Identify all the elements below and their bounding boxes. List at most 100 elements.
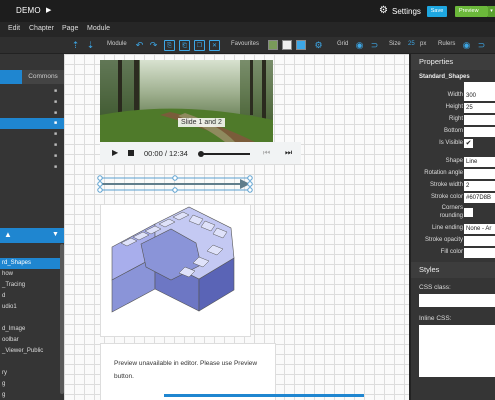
styles-header[interactable]: Styles — [411, 262, 495, 278]
grid-visibility-icon[interactable]: ◉ — [354, 40, 365, 51]
height-field[interactable]: 25 — [464, 103, 495, 113]
stroke-color-label: Stroke color — [430, 194, 463, 200]
redo-icon[interactable]: ↷ — [148, 40, 159, 51]
page-row[interactable]: ■ — [0, 162, 64, 173]
move-down-icon[interactable]: ⇣ — [85, 40, 96, 51]
favourite-shape-icon[interactable] — [282, 40, 292, 50]
module-row[interactable]: d_Image — [0, 324, 64, 335]
modules-menu-icon[interactable]: ▼ — [52, 231, 59, 238]
right-field[interactable] — [464, 115, 495, 125]
play-icon[interactable]: ▶ — [112, 148, 118, 157]
title-bar: DEMO ▶ ⚙ Settings Save Preview ▾ — [0, 0, 495, 22]
rotation-label: Rotation angle — [424, 170, 463, 176]
forest-path-image — [100, 60, 273, 142]
toolbar: ⇡ ⇣ Module ↶ ↷ ⎘ ⎗ ❐ ✕ Favourites ⚙ Grid… — [0, 37, 495, 54]
shape-select[interactable]: Line — [464, 157, 495, 167]
favourites-settings-icon[interactable]: ⚙ — [313, 40, 324, 51]
duplicate-icon[interactable]: ❐ — [194, 40, 205, 51]
page-row-selected[interactable]: ■ — [0, 118, 64, 129]
width-label: Width — [447, 92, 463, 98]
inline-css-textarea[interactable] — [419, 325, 495, 377]
width-field[interactable]: 300 — [464, 91, 495, 101]
canvas-horizontal-scrollbar[interactable] — [164, 394, 364, 397]
page-row[interactable]: ■ — [0, 151, 64, 162]
copy-icon[interactable]: ⎘ — [164, 40, 175, 51]
corners-label: Corners — [441, 205, 463, 211]
module-row-selected[interactable]: rd_Shapes — [0, 258, 64, 269]
size-label: Size — [389, 41, 401, 47]
modules-header[interactable]: ▲ ▼ — [0, 228, 64, 243]
fill-color-field[interactable] — [464, 248, 495, 258]
is-visible-checkbox[interactable]: ✔ — [464, 139, 473, 148]
project-menu-arrow-icon[interactable]: ▶ — [46, 6, 51, 14]
stop-icon[interactable] — [128, 150, 134, 156]
stroke-color-field[interactable]: #607D8B — [464, 193, 495, 203]
module-row[interactable]: g — [0, 390, 64, 400]
delete-icon[interactable]: ✕ — [209, 40, 220, 51]
page-row[interactable]: ■ — [0, 140, 64, 151]
stroke-opacity-field[interactable] — [464, 236, 495, 246]
favourite-image-icon[interactable] — [268, 40, 278, 50]
page-row[interactable]: ■ — [0, 97, 64, 108]
module-row[interactable]: ry — [0, 368, 64, 379]
move-up-icon[interactable]: ⇡ — [70, 40, 81, 51]
properties-header[interactable]: Properties — [411, 54, 495, 70]
rounding-label: rounding — [439, 213, 463, 219]
css-class-input[interactable] — [419, 294, 495, 307]
page-row[interactable]: ■ — [0, 129, 64, 140]
corners-rounding-checkbox[interactable] — [464, 208, 473, 217]
audio-progress-track[interactable] — [200, 153, 250, 155]
grid-size-input[interactable]: 25 — [408, 41, 415, 47]
menu-chapter[interactable]: Chapter — [29, 25, 54, 32]
image-module[interactable] — [100, 204, 251, 337]
menu-bar: Edit Chapter Page Module — [0, 22, 495, 37]
rulers-snap-icon[interactable]: ⊃ — [476, 40, 487, 51]
page-row[interactable]: ■ — [0, 86, 64, 97]
paste-icon[interactable]: ⎗ — [179, 40, 190, 51]
slideshow-module[interactable]: Slide 1 and 2 — [100, 60, 273, 142]
stroke-width-field[interactable]: 2 — [464, 181, 495, 191]
rulers-label: Rulers — [438, 41, 456, 47]
module-row[interactable]: udio1 — [0, 302, 64, 313]
tab-commons[interactable]: Commons — [22, 70, 64, 84]
module-row[interactable]: g — [0, 379, 64, 390]
line-shape-selection[interactable] — [96, 174, 256, 194]
modules-expand-icon[interactable]: ▲ — [4, 230, 12, 239]
preview-button[interactable]: Preview — [455, 6, 488, 17]
module-row[interactable]: _Viewer_Public — [0, 346, 64, 357]
menu-edit[interactable]: Edit — [8, 25, 20, 32]
settings-button[interactable]: Settings — [392, 7, 421, 16]
menu-module[interactable]: Module — [87, 25, 110, 32]
height-label: Height — [445, 104, 463, 110]
audio-progress-knob[interactable] — [198, 151, 204, 157]
web-object-module[interactable]: Preview unavailable in editor. Please us… — [100, 343, 276, 400]
favourite-text-icon[interactable] — [296, 40, 306, 50]
undo-icon[interactable]: ↶ — [134, 40, 145, 51]
bottom-field[interactable] — [464, 127, 495, 137]
grid-snap-icon[interactable]: ⊃ — [369, 40, 380, 51]
module-row[interactable]: oolbar — [0, 335, 64, 346]
grid-size-unit: px — [420, 41, 427, 47]
favourites-label: Favourites — [231, 41, 260, 47]
impossible-staircase-image — [111, 206, 235, 313]
right-label: Right — [448, 116, 463, 122]
module-row[interactable]: how — [0, 269, 64, 280]
editor-canvas[interactable]: Slide 1 and 2 ▶ 00:00 / 12:34 ⏮ ⏭ Previe… — [64, 54, 409, 400]
project-name[interactable]: DEMO — [16, 6, 41, 15]
module-row[interactable]: d — [0, 291, 64, 302]
menu-page[interactable]: Page — [62, 25, 78, 32]
line-ending-select[interactable]: None - Ar — [464, 224, 495, 234]
gear-icon[interactable]: ⚙ — [379, 5, 388, 16]
audio-player: ▶ 00:00 / 12:34 ⏮ ⏭ — [100, 142, 301, 164]
tab-pages[interactable] — [0, 70, 22, 84]
preview-dropdown-icon[interactable]: ▾ — [488, 6, 495, 17]
skip-forward-icon[interactable]: ⏭ — [285, 148, 292, 158]
rulers-visibility-icon[interactable]: ◉ — [461, 40, 472, 51]
stroke-opacity-label: Stroke opacity — [424, 237, 463, 243]
module-row[interactable]: _Tracing — [0, 280, 64, 291]
save-button[interactable]: Save — [427, 6, 447, 17]
stroke-width-label: Stroke width — [429, 182, 463, 188]
right-panel: Properties Standard_Shapes Width 300 Hei… — [409, 54, 495, 400]
skip-back-icon[interactable]: ⏮ — [263, 148, 270, 158]
rotation-field[interactable] — [464, 169, 495, 179]
